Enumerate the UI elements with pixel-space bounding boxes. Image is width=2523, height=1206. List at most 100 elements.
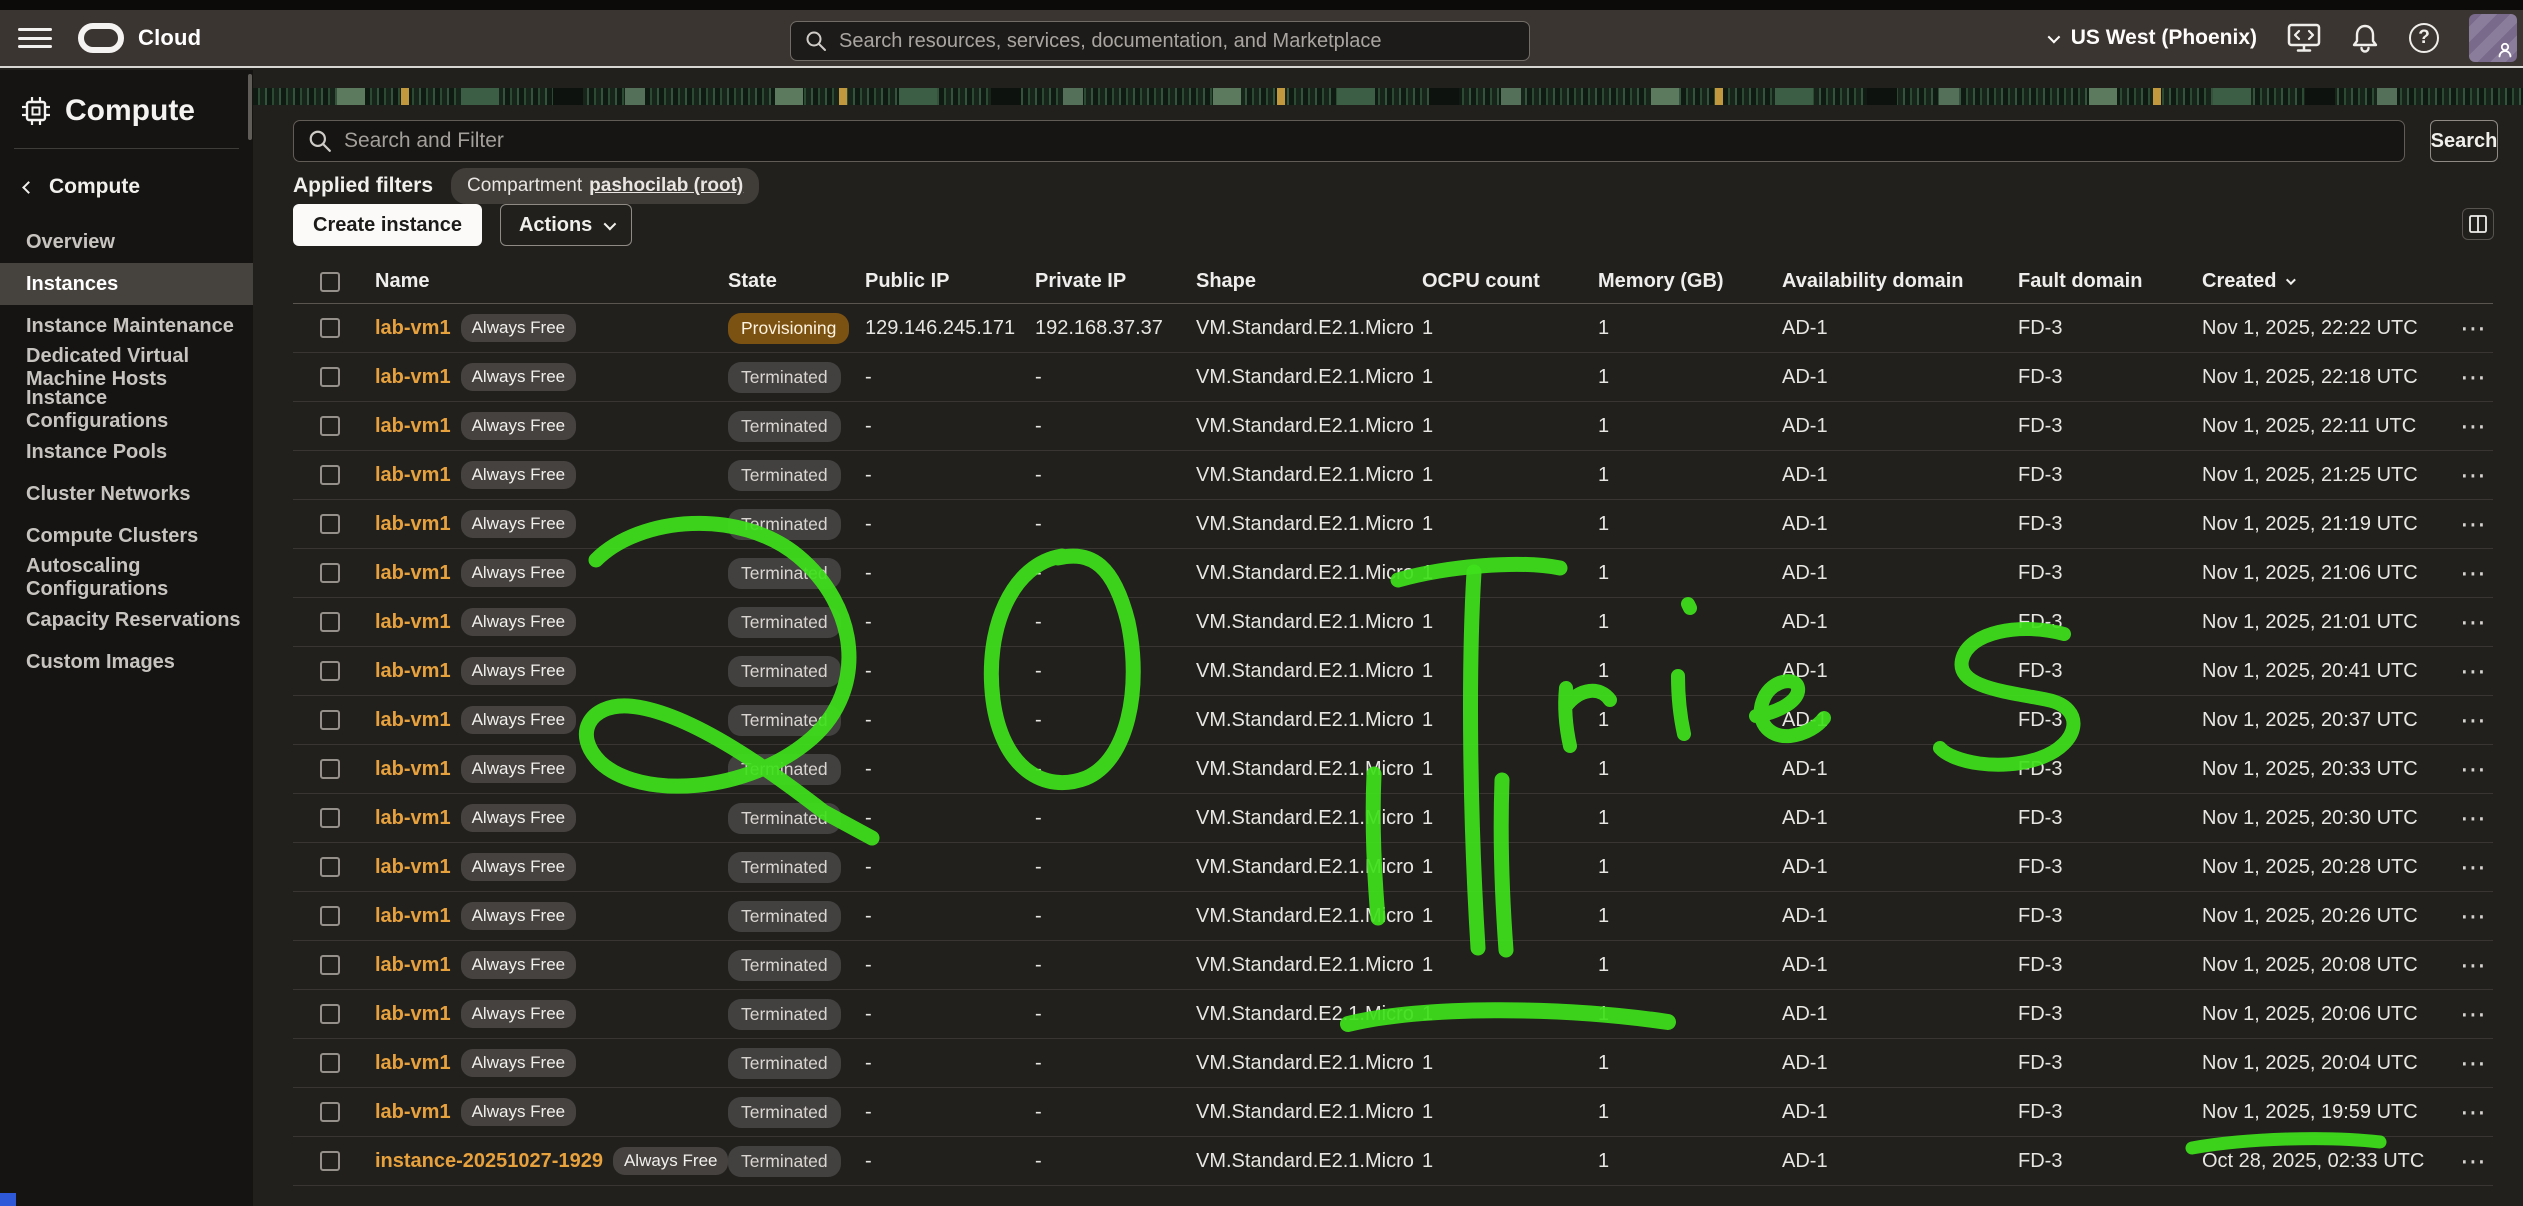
- ocpu-value: 1: [1422, 1003, 1598, 1026]
- sidebar-item[interactable]: Custom Images: [0, 641, 253, 683]
- row-actions-menu-icon[interactable]: ⋯: [2455, 563, 2493, 583]
- notifications-bell-icon[interactable]: [2351, 23, 2379, 53]
- row-actions-menu-icon[interactable]: ⋯: [2455, 1151, 2493, 1171]
- memory-value: 1: [1598, 954, 1782, 977]
- hamburger-menu-icon[interactable]: [18, 26, 52, 50]
- sidebar-item[interactable]: Dedicated Virtual Machine Hosts: [0, 347, 253, 389]
- filter-search-input[interactable]: [344, 129, 2390, 153]
- sidebar-item[interactable]: Capacity Reservations: [0, 599, 253, 641]
- instance-name-link[interactable]: lab-vm1: [375, 611, 451, 634]
- sidebar-item[interactable]: Instances: [0, 263, 253, 305]
- memory-value: 1: [1598, 513, 1782, 536]
- always-free-badge: Always Free: [461, 314, 577, 342]
- instance-name-link[interactable]: lab-vm1: [375, 807, 451, 830]
- row-checkbox[interactable]: [320, 759, 340, 779]
- row-checkbox[interactable]: [320, 1004, 340, 1024]
- instance-name-link[interactable]: lab-vm1: [375, 366, 451, 389]
- row-actions-menu-icon[interactable]: ⋯: [2455, 759, 2493, 779]
- user-avatar[interactable]: [2469, 14, 2517, 62]
- row-checkbox[interactable]: [320, 906, 340, 926]
- global-search-input[interactable]: [839, 30, 1515, 53]
- col-header-created-sort[interactable]: Created: [2202, 270, 2455, 293]
- instance-name-link[interactable]: lab-vm1: [375, 317, 451, 340]
- row-checkbox[interactable]: [320, 955, 340, 975]
- sidebar-item[interactable]: Instance Configurations: [0, 389, 253, 431]
- instance-name-link[interactable]: lab-vm1: [375, 1101, 451, 1124]
- sidebar-item-label: Instance Configurations: [26, 387, 253, 433]
- sidebar-item[interactable]: Instance Pools: [0, 431, 253, 473]
- cloud-shell-icon[interactable]: [2287, 23, 2321, 53]
- instance-name-link[interactable]: lab-vm1: [375, 513, 451, 536]
- row-actions-menu-icon[interactable]: ⋯: [2455, 710, 2493, 730]
- instance-name-link[interactable]: lab-vm1: [375, 709, 451, 732]
- sidebar-item[interactable]: Autoscaling Configurations: [0, 557, 253, 599]
- chip-value-link[interactable]: pashocilab (root): [589, 175, 743, 197]
- row-actions-menu-icon[interactable]: ⋯: [2455, 318, 2493, 338]
- instance-name-link[interactable]: lab-vm1: [375, 464, 451, 487]
- shape-value: VM.Standard.E2.1.Micro: [1196, 1150, 1422, 1173]
- sidebar-item[interactable]: Cluster Networks: [0, 473, 253, 515]
- instance-name-link[interactable]: lab-vm1: [375, 856, 451, 879]
- row-actions-menu-icon[interactable]: ⋯: [2455, 1102, 2493, 1122]
- search-button[interactable]: Search: [2430, 120, 2498, 162]
- row-actions-menu-icon[interactable]: ⋯: [2455, 661, 2493, 681]
- instance-name-link[interactable]: lab-vm1: [375, 905, 451, 928]
- public-ip-value: -: [865, 415, 1035, 438]
- ocpu-value: 1: [1422, 1052, 1598, 1075]
- row-actions-menu-icon[interactable]: ⋯: [2455, 1053, 2493, 1073]
- sidebar-item[interactable]: Instance Maintenance: [0, 305, 253, 347]
- row-checkbox[interactable]: [320, 661, 340, 681]
- sidebar-item[interactable]: Compute Clusters: [0, 515, 253, 557]
- row-checkbox[interactable]: [320, 416, 340, 436]
- public-ip-value: -: [865, 856, 1035, 879]
- compartment-filter-chip[interactable]: Compartment pashocilab (root): [451, 168, 759, 204]
- instance-name-link[interactable]: lab-vm1: [375, 1003, 451, 1026]
- actions-dropdown-button[interactable]: Actions: [500, 204, 632, 246]
- column-settings-button[interactable]: [2462, 208, 2494, 240]
- row-checkbox[interactable]: [320, 1053, 340, 1073]
- instance-name-link[interactable]: lab-vm1: [375, 562, 451, 585]
- row-checkbox[interactable]: [320, 710, 340, 730]
- row-checkbox[interactable]: [320, 465, 340, 485]
- row-checkbox[interactable]: [320, 318, 340, 338]
- create-instance-button[interactable]: Create instance: [293, 204, 482, 246]
- global-search[interactable]: [790, 21, 1530, 61]
- row-checkbox[interactable]: [320, 857, 340, 877]
- row-actions-menu-icon[interactable]: ⋯: [2455, 416, 2493, 436]
- instance-name-link[interactable]: instance-20251027-1929: [375, 1150, 603, 1173]
- row-checkbox[interactable]: [320, 514, 340, 534]
- select-all-checkbox[interactable]: [320, 272, 340, 292]
- row-actions-menu-icon[interactable]: ⋯: [2455, 906, 2493, 926]
- filter-search[interactable]: [293, 120, 2405, 162]
- instance-name-link[interactable]: lab-vm1: [375, 758, 451, 781]
- shape-value: VM.Standard.E2.1.Micro: [1196, 1003, 1422, 1026]
- sidebar-back-link[interactable]: Compute: [0, 149, 253, 213]
- sidebar-title-label: Compute: [65, 94, 195, 128]
- row-checkbox[interactable]: [320, 612, 340, 632]
- row-actions-menu-icon[interactable]: ⋯: [2455, 1004, 2493, 1024]
- state-badge: Provisioning: [728, 313, 849, 344]
- region-selector[interactable]: US West (Phoenix): [2048, 26, 2257, 50]
- row-checkbox[interactable]: [320, 808, 340, 828]
- sidebar-scrollbar[interactable]: [248, 74, 252, 140]
- row-actions-menu-icon[interactable]: ⋯: [2455, 808, 2493, 828]
- instance-name-link[interactable]: lab-vm1: [375, 1052, 451, 1075]
- row-actions-menu-icon[interactable]: ⋯: [2455, 857, 2493, 877]
- row-actions-menu-icon[interactable]: ⋯: [2455, 612, 2493, 632]
- row-checkbox[interactable]: [320, 367, 340, 387]
- row-checkbox[interactable]: [320, 1102, 340, 1122]
- row-actions-menu-icon[interactable]: ⋯: [2455, 465, 2493, 485]
- instance-name-link[interactable]: lab-vm1: [375, 954, 451, 977]
- row-checkbox[interactable]: [320, 563, 340, 583]
- sidebar-item[interactable]: Overview: [0, 221, 253, 263]
- col-header-public-ip: Public IP: [865, 270, 1035, 293]
- row-actions-menu-icon[interactable]: ⋯: [2455, 367, 2493, 387]
- created-value: Nov 1, 2025, 20:41 UTC: [2202, 660, 2455, 683]
- chevron-down-icon: [2047, 30, 2060, 43]
- row-actions-menu-icon[interactable]: ⋯: [2455, 955, 2493, 975]
- instance-name-link[interactable]: lab-vm1: [375, 415, 451, 438]
- row-actions-menu-icon[interactable]: ⋯: [2455, 514, 2493, 534]
- row-checkbox[interactable]: [320, 1151, 340, 1171]
- instance-name-link[interactable]: lab-vm1: [375, 660, 451, 683]
- help-icon[interactable]: ?: [2409, 23, 2439, 53]
